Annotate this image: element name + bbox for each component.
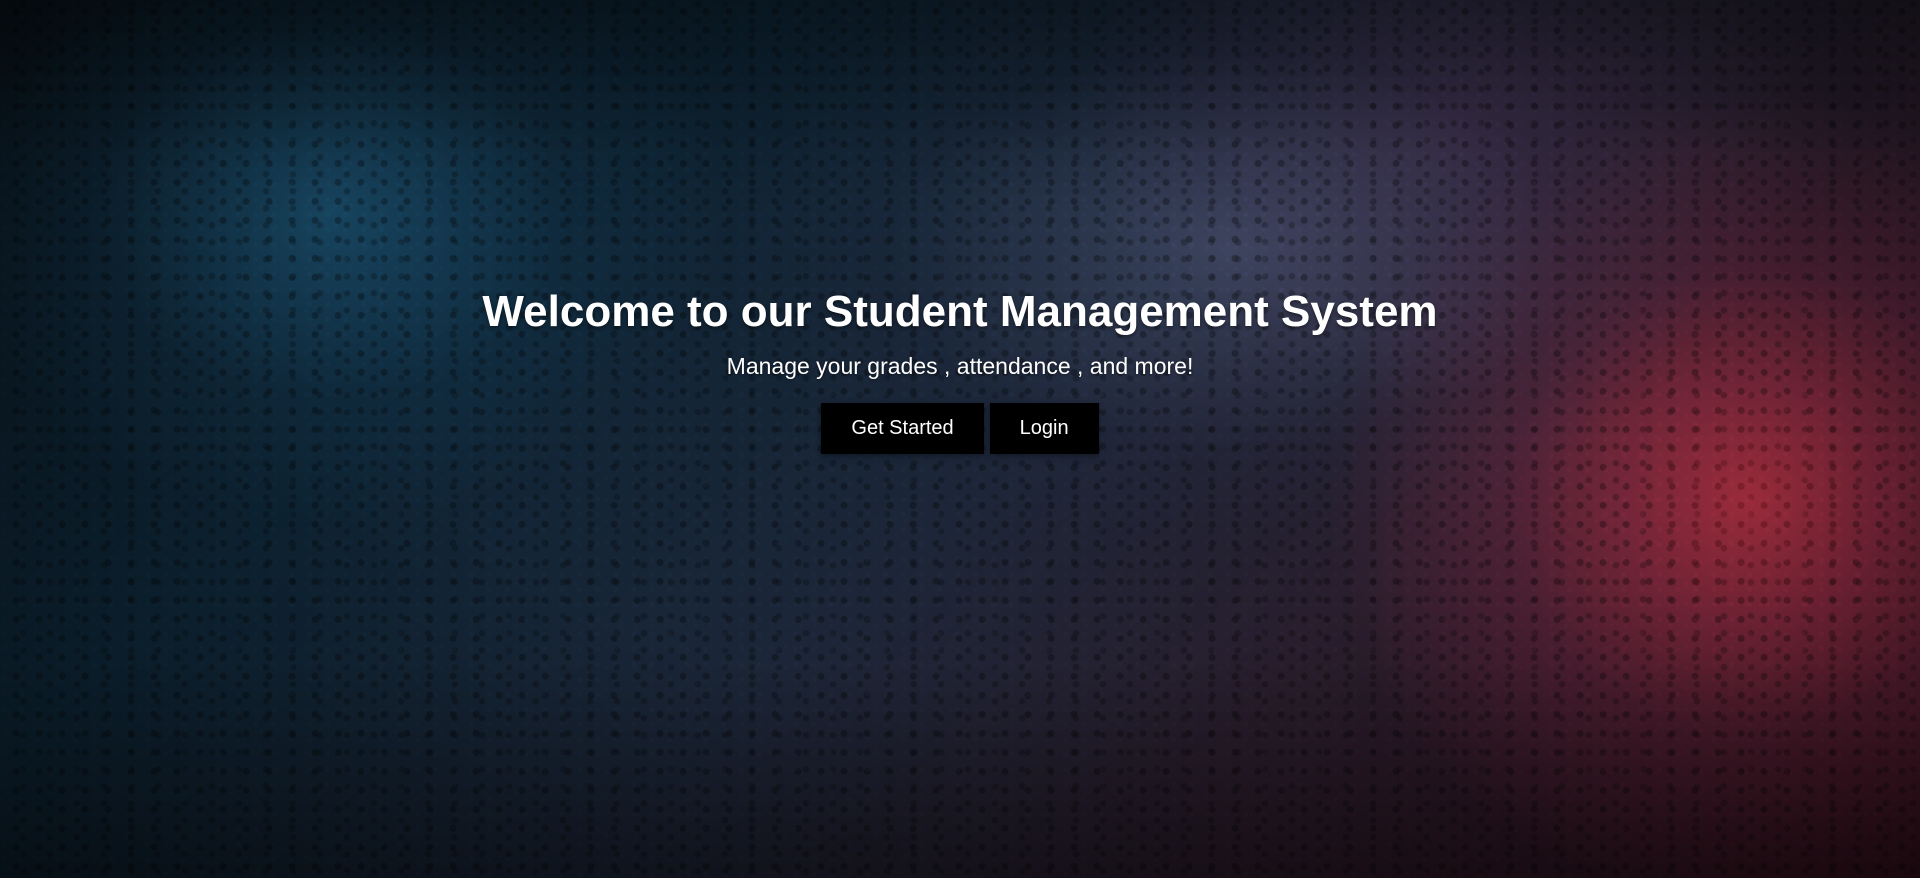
hero-section: Welcome to our Student Management System… [0, 286, 1920, 454]
page-title: Welcome to our Student Management System [482, 287, 1438, 336]
hero-actions: Get Started Login [0, 403, 1920, 454]
get-started-button[interactable]: Get Started [821, 403, 984, 454]
hero-subtitle: Manage your grades , attendance , and mo… [726, 353, 1194, 379]
login-button[interactable]: Login [989, 403, 1099, 454]
